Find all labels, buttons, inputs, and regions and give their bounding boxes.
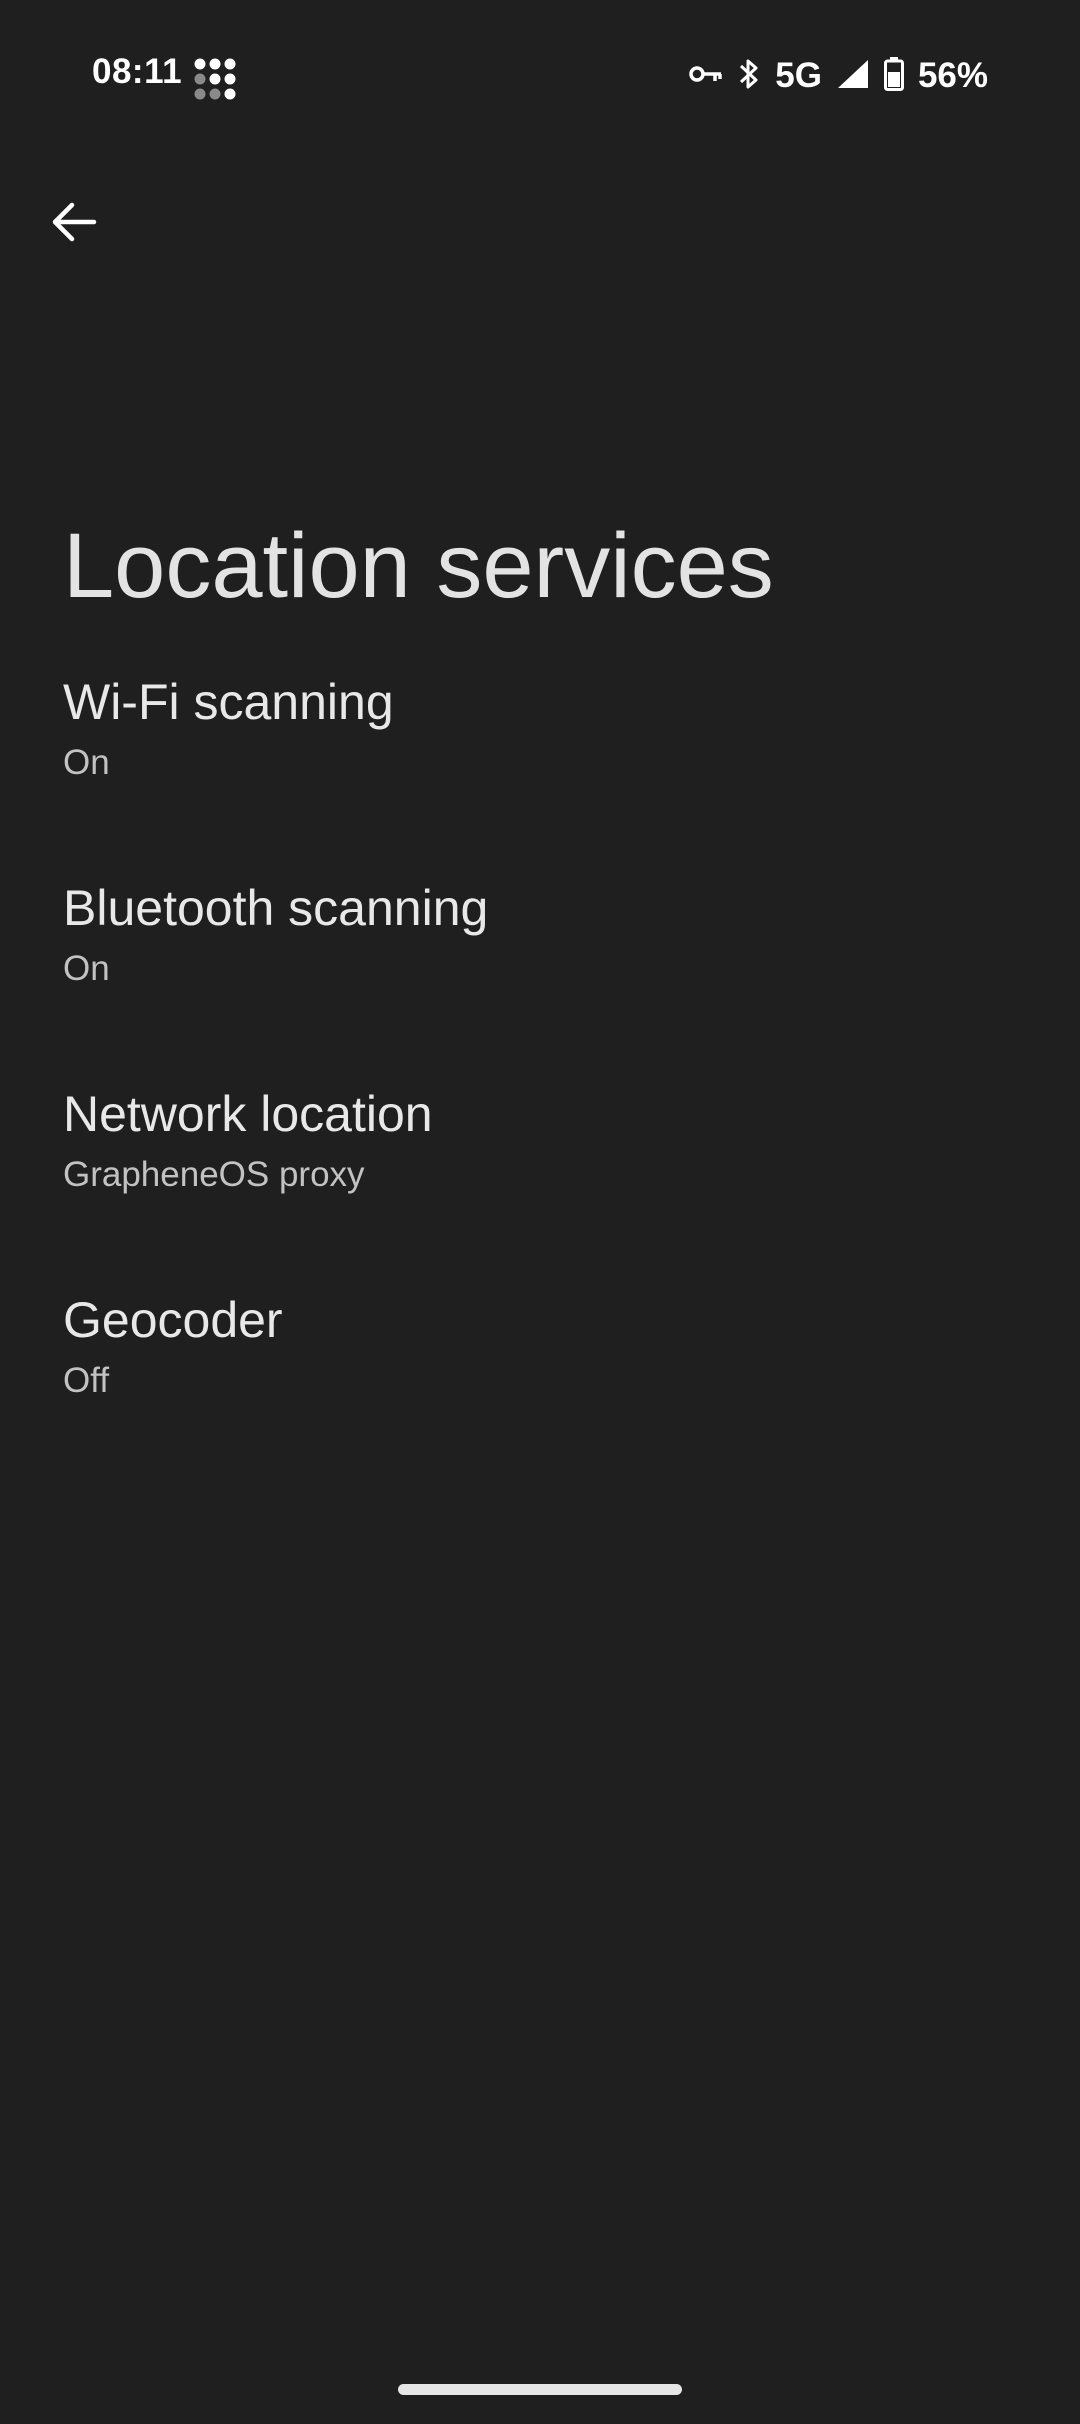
setting-geocoder[interactable]: Geocoder Off xyxy=(0,1258,1080,1464)
setting-title: Network location xyxy=(63,1086,433,1142)
setting-title: Wi-Fi scanning xyxy=(63,674,394,730)
status-icons: 5G 56% xyxy=(689,52,988,100)
setting-bluetooth-scanning[interactable]: Bluetooth scanning On xyxy=(0,846,1080,1052)
battery-percent: 56% xyxy=(917,56,988,95)
page-title: Location services xyxy=(63,514,774,617)
setting-summary: On xyxy=(63,743,110,782)
grid-dots-icon xyxy=(193,57,237,101)
network-type: 5G xyxy=(775,56,822,95)
bluetooth-icon xyxy=(737,56,761,97)
setting-title: Bluetooth scanning xyxy=(63,880,489,936)
setting-summary: On xyxy=(63,949,110,988)
settings-list: Wi-Fi scanning On Bluetooth scanning On … xyxy=(0,640,1080,1464)
setting-wifi-scanning[interactable]: Wi-Fi scanning On xyxy=(0,640,1080,846)
setting-summary: Off xyxy=(63,1361,110,1400)
status-bar: 08:11 5G 56% xyxy=(0,0,1080,150)
signal-icon xyxy=(836,58,870,95)
setting-network-location[interactable]: Network location GrapheneOS proxy xyxy=(0,1052,1080,1258)
setting-title: Geocoder xyxy=(63,1292,283,1348)
battery-icon xyxy=(883,56,904,96)
setting-summary: GrapheneOS proxy xyxy=(63,1155,365,1194)
arrow-back-icon xyxy=(50,200,98,249)
back-button[interactable] xyxy=(38,188,110,260)
status-time: 08:11 xyxy=(92,52,183,91)
gesture-nav-handle[interactable] xyxy=(398,2384,682,2395)
vpn-key-icon xyxy=(689,62,723,91)
